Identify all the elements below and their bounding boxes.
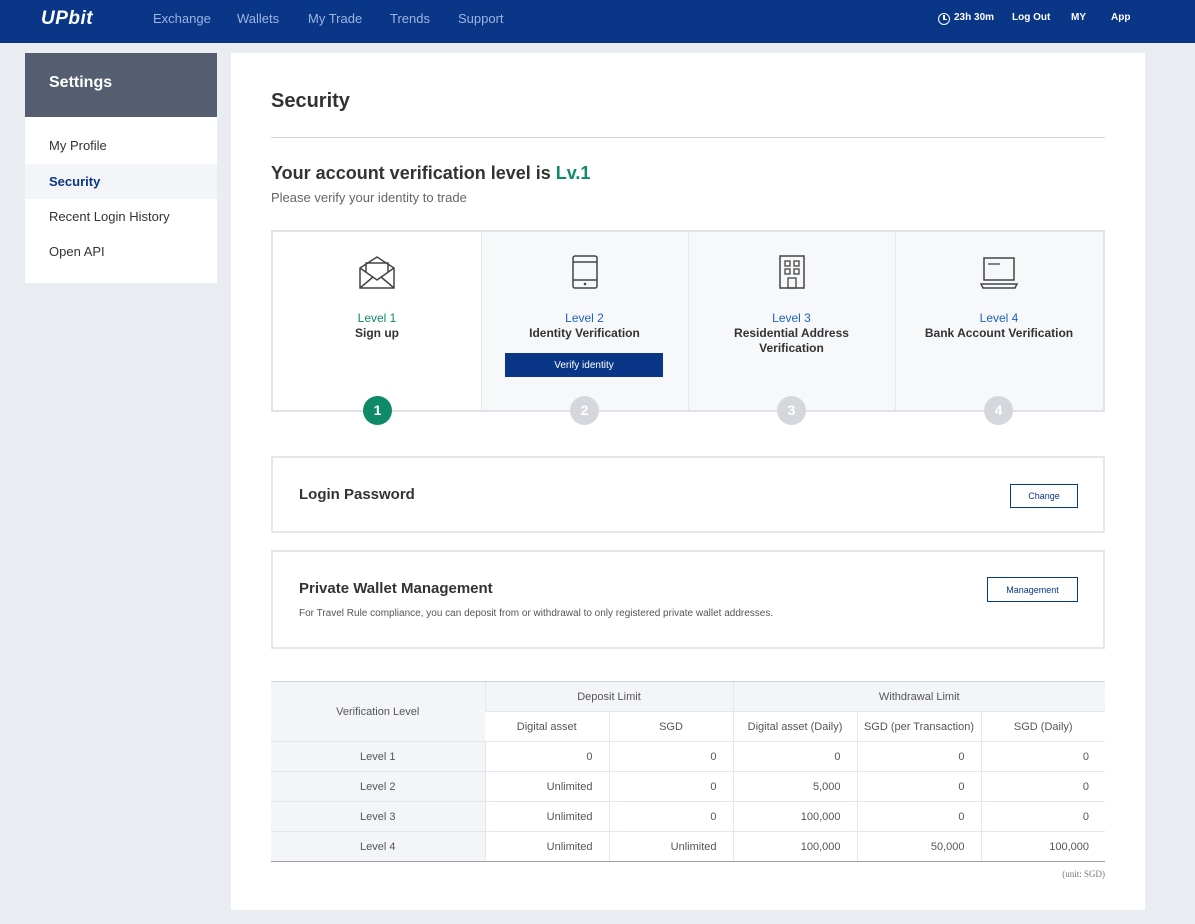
- level-3-label: Level 3: [772, 311, 811, 325]
- nav-exchange[interactable]: Exchange: [153, 11, 211, 26]
- level-1-label: Level 1: [357, 311, 397, 325]
- envelope-icon: [359, 256, 395, 289]
- tablet-icon: [571, 255, 598, 289]
- level-1-card: Level 1 Sign up: [273, 232, 481, 410]
- logout-link[interactable]: Log Out: [1012, 12, 1050, 23]
- table-cell: 100,000: [732, 801, 857, 832]
- header-deposit-sgd: SGD: [608, 711, 733, 742]
- table-cell: 5,000: [732, 771, 857, 802]
- nav-wallets[interactable]: Wallets: [237, 11, 279, 26]
- row-level: Level 1: [271, 741, 485, 772]
- table-cell: 0: [608, 801, 733, 832]
- row-level: Level 4: [271, 831, 485, 862]
- level-4-card: Level 4 Bank Account Verification: [895, 232, 1103, 410]
- step-2-indicator: 2: [570, 396, 599, 425]
- sidebar-title: Settings: [25, 53, 217, 117]
- current-level-badge: Lv.1: [555, 163, 591, 183]
- step-4-indicator: 4: [984, 396, 1013, 425]
- table-cell: 50,000: [856, 831, 981, 862]
- table-cell: 0: [856, 801, 981, 832]
- table-cell: 0: [980, 741, 1105, 772]
- my-link[interactable]: MY: [1071, 12, 1086, 23]
- level-4-name: Bank Account Verification: [924, 326, 1074, 340]
- level-2-name: Identity Verification: [529, 326, 640, 340]
- nav-trends[interactable]: Trends: [390, 11, 430, 26]
- table-cell: 0: [856, 771, 981, 802]
- nav-support[interactable]: Support: [458, 11, 504, 26]
- table-cell: Unlimited: [608, 831, 733, 862]
- private-wallet-title: Private Wallet Management: [299, 580, 493, 597]
- level-3-name: Residential Address Verification: [734, 326, 849, 355]
- table-cell: Unlimited: [484, 831, 609, 862]
- step-3-indicator: 3: [777, 396, 806, 425]
- verification-subtitle: Please verify your identity to trade: [271, 190, 467, 205]
- level-3-card: Level 3 Residential Address Verification: [688, 232, 895, 410]
- change-password-button[interactable]: Change: [1010, 484, 1078, 508]
- upbit-logo[interactable]: UPbit: [41, 8, 93, 30]
- header-withdrawal-sgd-per-transaction: SGD (per Transaction): [856, 711, 981, 742]
- level-2-card: Level 2 Identity Verification Verify ide…: [481, 232, 688, 410]
- verification-level-heading: Your account verification level is Lv.1: [271, 163, 590, 184]
- table-cell: 0: [980, 801, 1105, 832]
- title-divider: [271, 137, 1105, 138]
- level-1-name: Sign up: [355, 326, 399, 340]
- table-cell: 0: [608, 771, 733, 802]
- top-navigation-bar: UPbit Exchange Wallets My Trade Trends S…: [0, 0, 1195, 43]
- sidebar-item-my-profile[interactable]: My Profile: [25, 128, 217, 163]
- verification-levels-panel: Level 1 Sign up Level 2 Identity Verific…: [271, 230, 1105, 425]
- table-row: Level 3 Unlimited 0 100,000 0 0: [271, 801, 1105, 832]
- table-cell: Unlimited: [484, 771, 609, 802]
- header-withdrawal-digital-asset-daily: Digital asset (Daily): [732, 711, 857, 742]
- nav-my-trade[interactable]: My Trade: [308, 11, 362, 26]
- row-level: Level 2: [271, 771, 485, 802]
- login-password-card: Login Password Change: [271, 456, 1105, 533]
- sidebar-item-security[interactable]: Security: [25, 164, 217, 199]
- app-link[interactable]: App: [1111, 12, 1130, 23]
- wallet-management-button[interactable]: Management: [987, 577, 1078, 602]
- main-content: Security Your account verification level…: [231, 53, 1145, 910]
- table-cell: 0: [980, 771, 1105, 802]
- table-cell: Unlimited: [484, 801, 609, 832]
- sidebar-item-recent-login-history[interactable]: Recent Login History: [25, 199, 217, 234]
- private-wallet-description: For Travel Rule compliance, you can depo…: [299, 608, 774, 619]
- row-level: Level 3: [271, 801, 485, 832]
- building-icon: [778, 255, 805, 289]
- table-row: Level 1 0 0 0 0 0: [271, 741, 1105, 772]
- page-title: Security: [271, 90, 350, 112]
- table-cell: 0: [484, 741, 609, 772]
- header-deposit-digital-asset: Digital asset: [485, 711, 609, 742]
- table-row: Level 2 Unlimited 0 5,000 0 0: [271, 771, 1105, 802]
- table-row: Level 4 Unlimited Unlimited 100,000 50,0…: [271, 831, 1105, 862]
- table-cell: 0: [732, 741, 857, 772]
- header-verification-level: Verification Level: [271, 681, 485, 742]
- limits-table: Verification Level Deposit Limit Withdra…: [271, 681, 1105, 862]
- table-cell: 0: [608, 741, 733, 772]
- table-cell: 100,000: [980, 831, 1105, 862]
- header-deposit-limit: Deposit Limit: [484, 681, 733, 712]
- level-4-label: Level 4: [979, 311, 1019, 325]
- header-withdrawal-sgd-daily: SGD (Daily): [980, 711, 1105, 742]
- header-withdrawal-limit: Withdrawal Limit: [732, 681, 1105, 712]
- table-cell: 100,000: [732, 831, 857, 862]
- level-2-label: Level 2: [565, 311, 604, 325]
- step-1-indicator: 1: [363, 396, 392, 425]
- login-password-title: Login Password: [299, 486, 415, 503]
- session-timer: 23h 30m: [954, 12, 995, 23]
- verify-identity-button[interactable]: Verify identity: [505, 353, 663, 377]
- settings-sidebar: Settings My Profile Security Recent Logi…: [25, 53, 217, 283]
- laptop-icon: [979, 257, 1019, 289]
- clock-icon: [938, 13, 950, 25]
- heading-text: Your account verification level is: [271, 163, 556, 183]
- private-wallet-card: Private Wallet Management For Travel Rul…: [271, 550, 1105, 649]
- unit-note: (unit: SGD): [1062, 869, 1105, 879]
- sidebar-item-open-api[interactable]: Open API: [25, 234, 217, 269]
- table-cell: 0: [856, 741, 981, 772]
